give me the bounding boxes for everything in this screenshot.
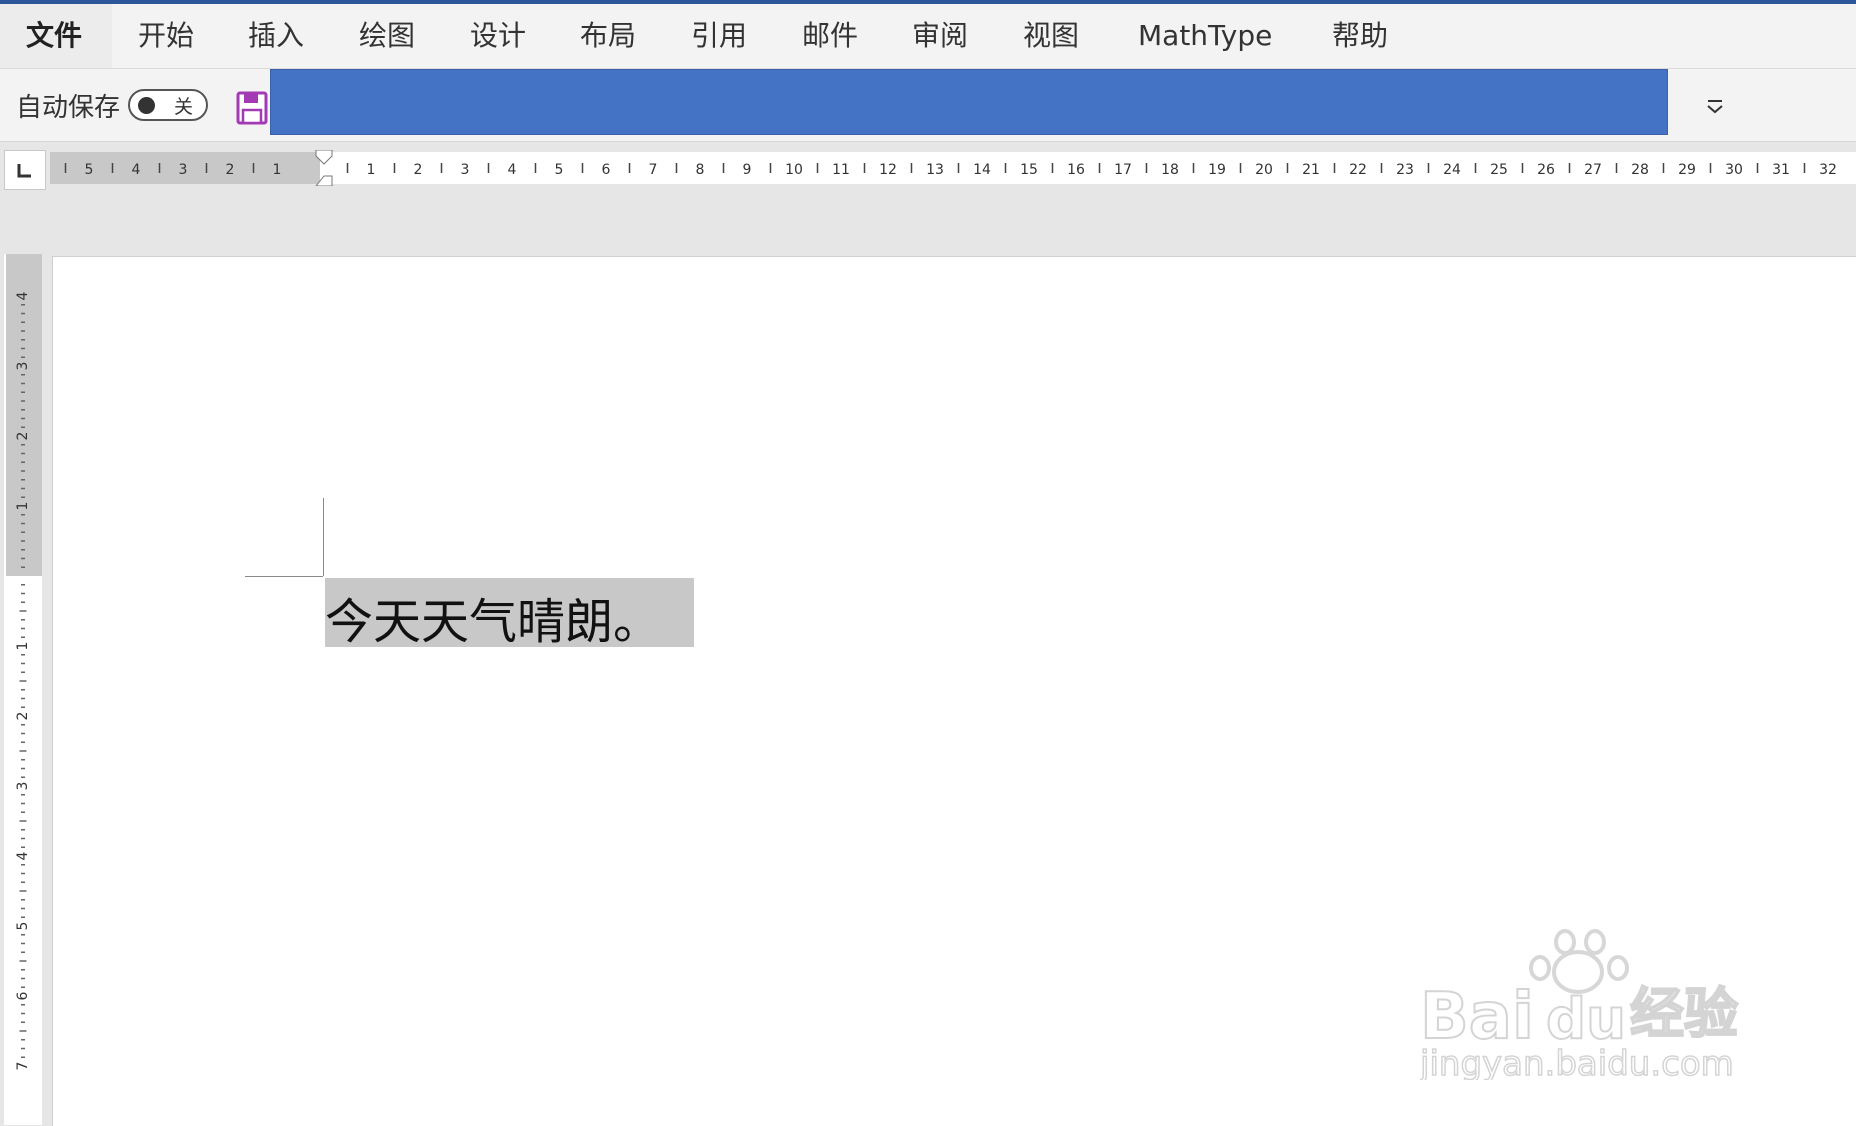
ruler-label: 32 — [1819, 162, 1837, 178]
ruler-label: 7 — [649, 162, 658, 178]
quick-access-toolbar: 自动保存 关 — [0, 69, 1856, 142]
autosave-toggle[interactable]: 关 — [128, 89, 208, 121]
tab-layout[interactable]: 布局 — [554, 4, 662, 68]
ruler-label: 8 — [696, 162, 705, 178]
ruler-label: 4 — [508, 162, 517, 178]
ruler-label: 28 — [1631, 162, 1649, 178]
ruler-label: 20 — [1255, 162, 1273, 178]
ruler-label: 1 — [367, 162, 376, 178]
tab-home[interactable]: 开始 — [112, 4, 220, 68]
watermark-brand-cn: 经验 — [1630, 982, 1738, 1045]
tab-review[interactable]: 审阅 — [886, 4, 994, 68]
ruler-label: 23 — [1396, 162, 1414, 178]
ruler-label: 13 — [926, 162, 944, 178]
vertical-ruler[interactable]: 4 3 2 1 1 2 3 4 5 6 7 — [4, 254, 42, 1125]
vruler-label: 2 — [15, 712, 31, 721]
watermark-brand: Bai — [1420, 980, 1534, 1054]
ruler-label: 12 — [879, 162, 897, 178]
tab-view[interactable]: 视图 — [997, 4, 1105, 68]
ruler-label: 27 — [1584, 162, 1602, 178]
tab-file[interactable]: 文件 — [0, 4, 112, 68]
ruler-label: 15 — [1020, 162, 1038, 178]
vruler-label: 6 — [15, 991, 31, 1000]
title-bar-redacted — [270, 69, 1668, 135]
ruler-label: 30 — [1725, 162, 1743, 178]
ruler-label: 4 — [132, 162, 141, 178]
ruler-label: 1 — [273, 162, 282, 178]
vruler-label: 1 — [15, 502, 31, 511]
tab-mailings[interactable]: 邮件 — [776, 4, 884, 68]
document-text[interactable]: 今天天气晴朗。 — [325, 582, 661, 652]
ruler-label: 26 — [1537, 162, 1555, 178]
ruler-label: 3 — [461, 162, 470, 178]
ruler-label: 31 — [1772, 162, 1790, 178]
tab-draw[interactable]: 绘图 — [333, 4, 441, 68]
margin-corner-vertical — [323, 498, 324, 576]
ruler-label: 17 — [1114, 162, 1132, 178]
tab-mathtype[interactable]: MathType — [1112, 4, 1298, 68]
vruler-label: 1 — [15, 642, 31, 651]
baidu-jingyan-watermark: Bai du 经验 jingyan.baidu.com — [1420, 929, 1739, 1080]
vruler-label: 5 — [15, 922, 31, 931]
ruler-label: 25 — [1490, 162, 1508, 178]
ruler-label: 14 — [973, 162, 991, 178]
save-icon[interactable] — [236, 91, 268, 125]
autosave-state: 关 — [174, 96, 194, 118]
ruler-label: 18 — [1161, 162, 1179, 178]
watermark-brand2: du — [1546, 987, 1626, 1052]
ruler-label: 2 — [226, 162, 235, 178]
ruler-label: 2 — [414, 162, 423, 178]
tab-stop-left-icon — [17, 164, 31, 178]
vruler-label: 7 — [15, 1062, 31, 1071]
vruler-label: 2 — [15, 432, 31, 441]
tab-design[interactable]: 设计 — [444, 4, 552, 68]
ruler-label: 21 — [1302, 162, 1320, 178]
vruler-label: 4 — [15, 851, 31, 860]
ruler-label: 5 — [555, 162, 564, 178]
tab-selector[interactable] — [4, 150, 46, 190]
ruler-label: 11 — [832, 162, 850, 178]
ruler-label: 5 — [85, 162, 94, 178]
ruler-label: 24 — [1443, 162, 1461, 178]
margin-corner-horizontal — [245, 576, 323, 577]
tab-references[interactable]: 引用 — [665, 4, 773, 68]
horizontal-ruler[interactable]: 54321 1 2 3 4 5 6 7 8 9 10 11 12 13 14 15 16 17 18 19 20 21 2… — [50, 150, 1856, 186]
ruler-label: 3 — [179, 162, 188, 178]
ruler-label: 6 — [602, 162, 611, 178]
tab-help[interactable]: 帮助 — [1306, 4, 1414, 68]
ruler-label: 22 — [1349, 162, 1367, 178]
tab-insert[interactable]: 插入 — [222, 4, 330, 68]
toggle-knob — [138, 97, 155, 114]
ruler-label: 19 — [1208, 162, 1226, 178]
watermark-url: jingyan.baidu.com — [1420, 1044, 1734, 1080]
vruler-label: 3 — [15, 362, 31, 371]
autosave-label: 自动保存 — [16, 93, 121, 123]
customize-qat-icon[interactable] — [1700, 91, 1730, 121]
ruler-label: 9 — [743, 162, 752, 178]
ruler-label: 29 — [1678, 162, 1696, 178]
ruler-label: 10 — [785, 162, 803, 178]
ruler-label: 16 — [1067, 162, 1085, 178]
ribbon-tab-bar: 文件 开始 插入 绘图 设计 布局 引用 邮件 审阅 视图 MathType 帮… — [0, 4, 1856, 69]
vruler-label: 4 — [15, 291, 31, 300]
vruler-label: 3 — [15, 782, 31, 791]
